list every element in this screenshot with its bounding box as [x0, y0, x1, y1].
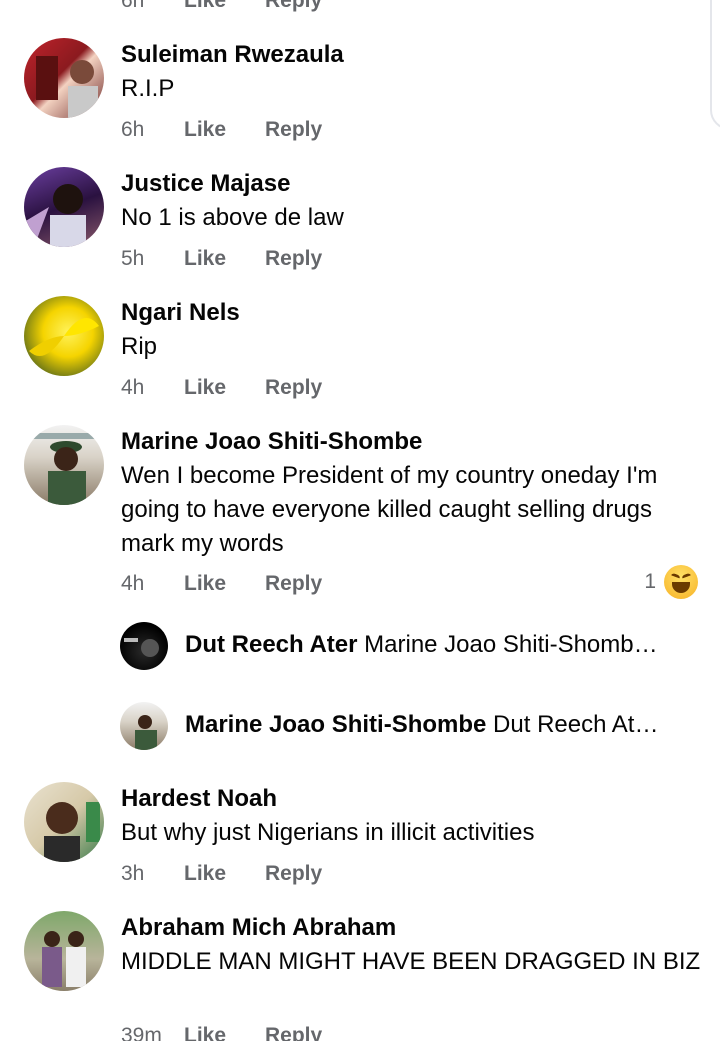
- reply-author[interactable]: Marine Joao Shiti-Shombe: [185, 711, 486, 738]
- comment-text: Rip: [121, 333, 158, 360]
- avatar[interactable]: [120, 702, 168, 750]
- scroll-overlay-edge: [710, 0, 720, 130]
- comment-text: R.I.P: [121, 75, 175, 102]
- like-button[interactable]: Like: [184, 375, 265, 401]
- reply-author[interactable]: Dut Reech Ater: [185, 631, 357, 658]
- reply-button[interactable]: Reply: [265, 571, 322, 597]
- comment-actions: 4h Like Reply: [121, 571, 322, 597]
- avatar[interactable]: [24, 296, 104, 376]
- reply-text: Marine Joao Shiti-Shomb…: [364, 631, 658, 658]
- comment-actions: 4h Like Reply: [121, 375, 322, 401]
- reply-preview[interactable]: Dut Reech Ater Marine Joao Shiti-Shomb…: [0, 622, 720, 672]
- reaction-summary[interactable]: 1: [644, 565, 698, 599]
- haha-icon: [664, 565, 698, 599]
- comment-time: 4h: [121, 376, 145, 399]
- comment-actions: 6h Like Reply: [121, 117, 322, 143]
- reply-button[interactable]: Reply: [265, 117, 322, 143]
- like-button[interactable]: Like: [184, 117, 265, 143]
- avatar[interactable]: [24, 425, 104, 505]
- commenter-name[interactable]: Suleiman Rwezaula: [121, 40, 344, 70]
- commenter-name[interactable]: Marine Joao Shiti-Shombe: [121, 427, 422, 457]
- commenter-name[interactable]: Hardest Noah: [121, 784, 277, 814]
- commenter-name[interactable]: Justice Majase: [121, 169, 290, 199]
- comment-actions: 3h Like Reply: [121, 861, 322, 887]
- comment-text: MIDDLE MAN MIGHT HAVE BEEN DRAGGED IN BI…: [121, 948, 701, 975]
- avatar[interactable]: [24, 782, 104, 862]
- comment-time: 3h: [121, 862, 145, 885]
- like-button[interactable]: Like: [184, 861, 265, 887]
- reply-preview[interactable]: Marine Joao Shiti-Shombe Dut Reech At…: [0, 702, 720, 752]
- comment-actions: 39m Like Reply: [121, 1023, 322, 1041]
- reaction-count: 1: [644, 570, 656, 593]
- reply-button[interactable]: Reply: [265, 0, 322, 14]
- commenter-name[interactable]: Ngari Nels: [121, 298, 240, 328]
- comment-time: 6h: [121, 0, 145, 12]
- reply-line: Marine Joao Shiti-Shombe Dut Reech At…: [185, 710, 685, 740]
- comment-time: 6h: [121, 118, 145, 141]
- avatar[interactable]: [120, 622, 168, 670]
- commenter-name[interactable]: Abraham Mich Abraham: [121, 913, 396, 943]
- like-button[interactable]: Like: [184, 246, 265, 272]
- comment-text: No 1 is above de law: [121, 204, 344, 231]
- reply-button[interactable]: Reply: [265, 861, 322, 887]
- avatar[interactable]: [24, 38, 104, 118]
- like-button[interactable]: Like: [184, 1023, 265, 1041]
- comment-actions: 5h Like Reply: [121, 246, 322, 272]
- avatar[interactable]: [24, 167, 104, 247]
- like-button[interactable]: Like: [184, 571, 265, 597]
- comment-text: But why just Nigerians in illicit activi…: [121, 819, 535, 846]
- reply-text: Dut Reech At…: [493, 711, 659, 738]
- reply-button[interactable]: Reply: [265, 246, 322, 272]
- partial-comment-actions: 6h Like Reply: [121, 0, 322, 14]
- comment-time: 39m: [121, 1024, 162, 1041]
- comment-text: Wen I become President of my country one…: [121, 462, 658, 557]
- reply-button[interactable]: Reply: [265, 1023, 322, 1041]
- like-button[interactable]: Like: [184, 0, 265, 14]
- reply-line: Dut Reech Ater Marine Joao Shiti-Shomb…: [185, 630, 685, 660]
- avatar[interactable]: [24, 911, 104, 991]
- comment-time: 5h: [121, 247, 145, 270]
- comment-time: 4h: [121, 572, 145, 595]
- reply-button[interactable]: Reply: [265, 375, 322, 401]
